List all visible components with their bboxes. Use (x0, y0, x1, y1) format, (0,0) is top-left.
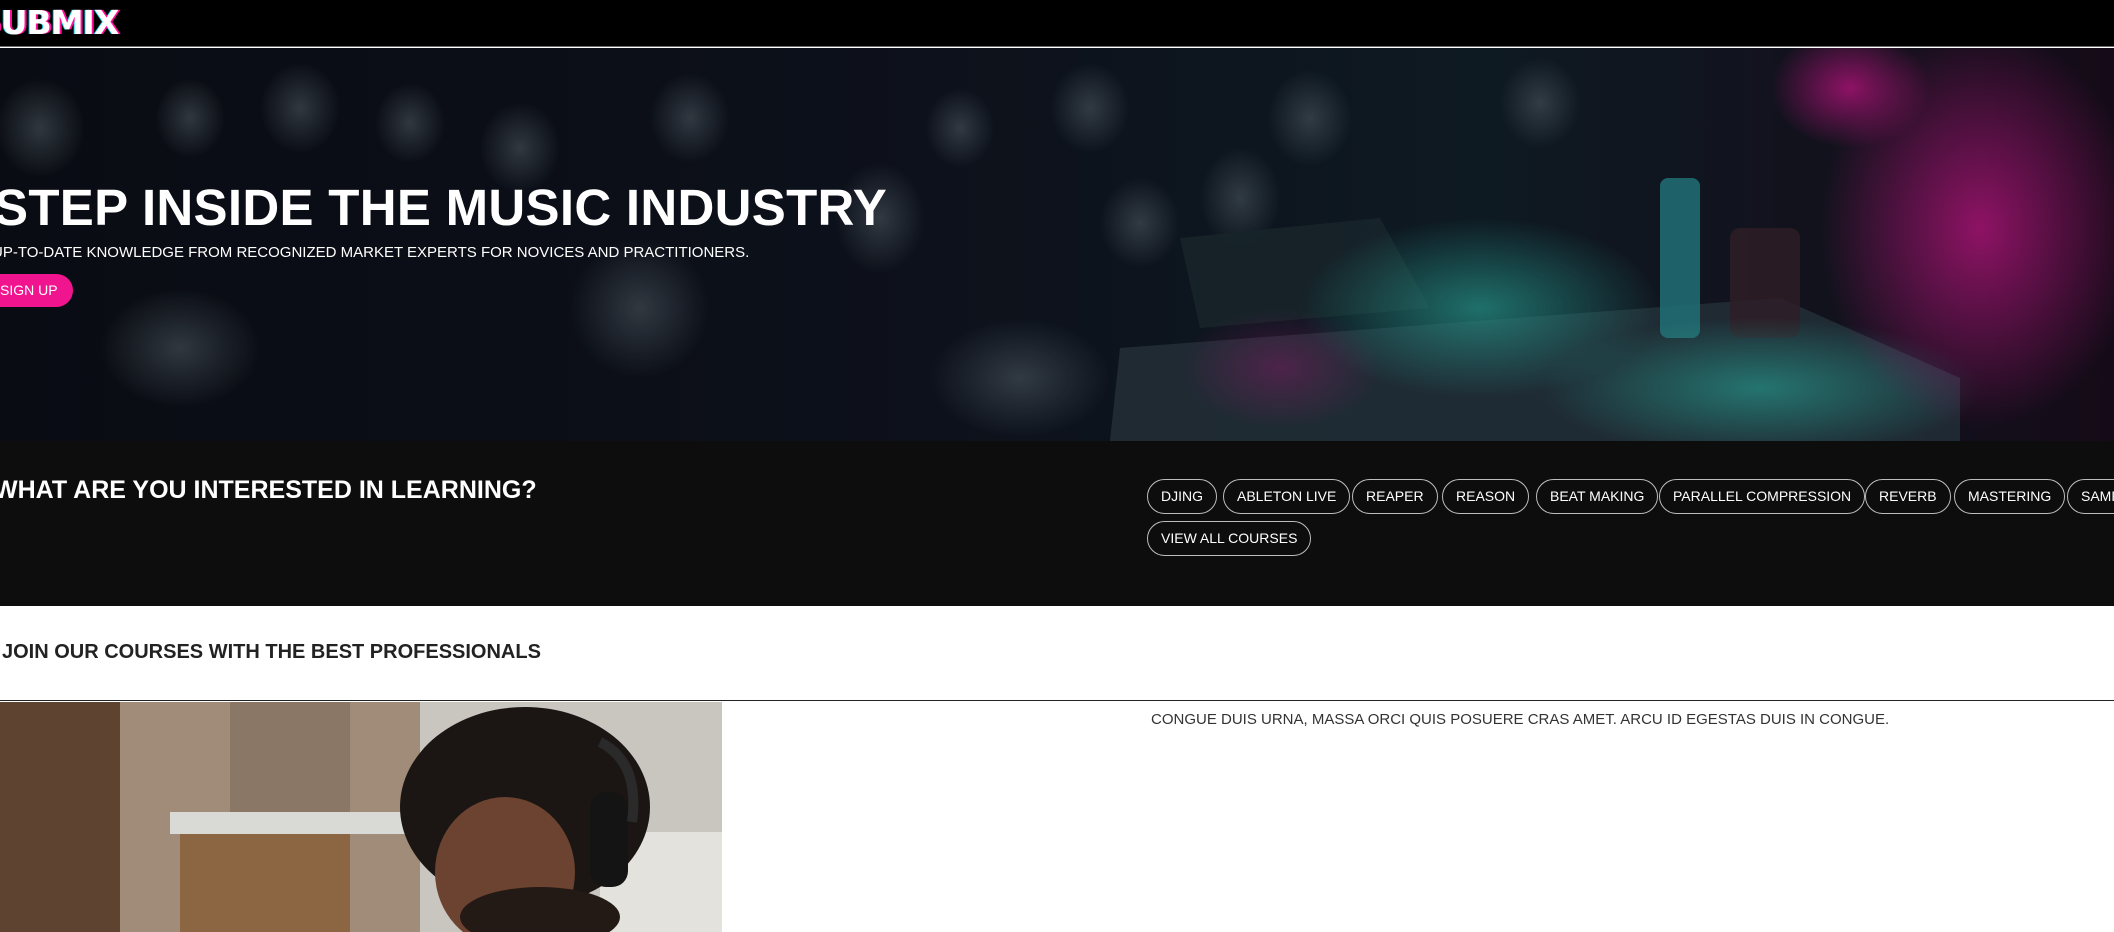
hero-title: STEP INSIDE THE MUSIC INDUSTRY (0, 179, 888, 236)
tag-djing[interactable]: DJING (1147, 479, 1217, 514)
tag-reverb[interactable]: REVERB (1865, 479, 1951, 514)
professionals-heading: JOIN OUR COURSES WITH THE BEST PROFESSIO… (2, 641, 541, 663)
hero-subtitle: UP-TO-DATE KNOWLEDGE FROM RECOGNIZED MAR… (0, 244, 750, 261)
tag-beat-making[interactable]: BEAT MAKING (1536, 479, 1659, 514)
tag-reason[interactable]: REASON (1442, 479, 1530, 514)
professionals-caption: CONGUE DUIS URNA, MASSA ORCI QUIS POSUER… (1151, 711, 1890, 728)
view-all-courses-button[interactable]: VIEW ALL COURSES (1147, 521, 1312, 556)
tag-reaper[interactable]: REAPER (1352, 479, 1438, 514)
tag-ableton-live[interactable]: ABLETON LIVE (1223, 479, 1351, 514)
tag-parallel-compression[interactable]: PARALLEL COMPRESSION (1659, 479, 1866, 514)
producer-photo-image (0, 702, 722, 932)
hero-section: STEP INSIDE THE MUSIC INDUSTRY UP-TO-DAT… (0, 48, 2114, 441)
tag-sampling[interactable]: SAMPLING (2067, 479, 2114, 514)
site-logo[interactable]: SUBMIX (0, 3, 119, 42)
tag-mastering[interactable]: MASTERING (1954, 479, 2066, 514)
producer-photo (0, 702, 722, 932)
interests-section: WHAT ARE YOU INTERESTED IN LEARNING? DJI… (0, 441, 2114, 606)
signup-button[interactable]: SIGN UP (0, 274, 73, 307)
professionals-section: JOIN OUR COURSES WITH THE BEST PROFESSIO… (0, 606, 2114, 701)
interests-heading: WHAT ARE YOU INTERESTED IN LEARNING? (0, 476, 537, 504)
top-navbar: SUBMIX (0, 0, 2114, 47)
